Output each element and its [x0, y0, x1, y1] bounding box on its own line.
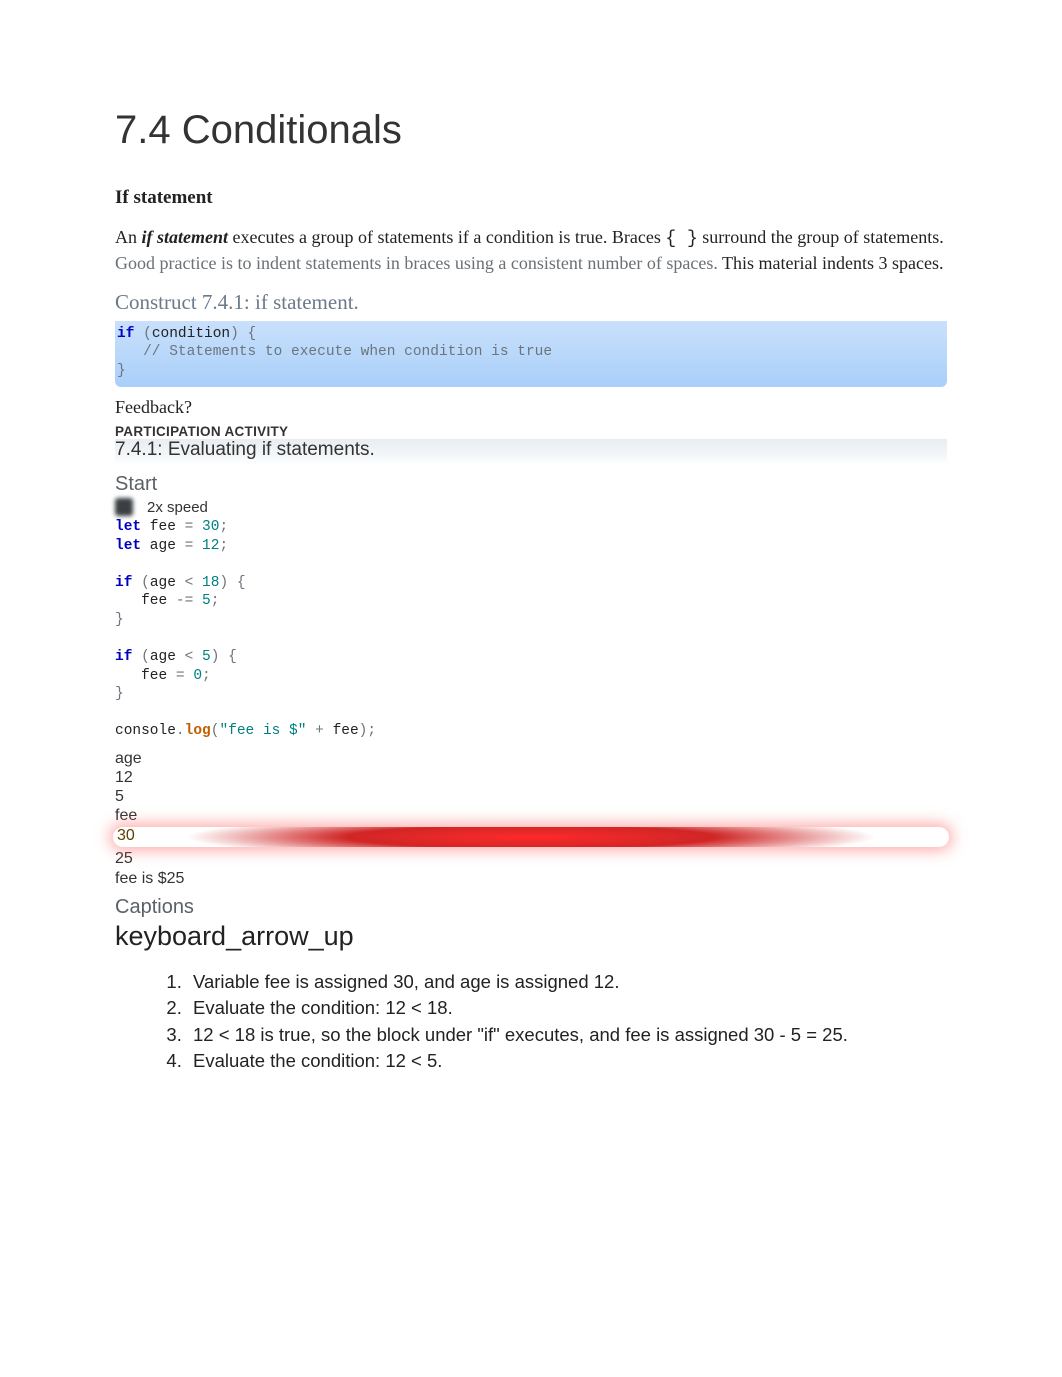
- number: 30: [193, 519, 219, 535]
- comment: // Statements to execute when condition …: [117, 344, 552, 360]
- mem-age-value: 12: [115, 768, 947, 787]
- identifier: age: [141, 538, 185, 554]
- identifier: fee: [115, 668, 176, 684]
- keyword-let: let: [115, 519, 141, 535]
- punct: .: [176, 723, 185, 739]
- memory-table: 25 fee is $25: [115, 849, 947, 887]
- function-log: log: [185, 723, 211, 739]
- punct: ): [230, 326, 239, 342]
- captions-list: Variable fee is assigned 30, and age is …: [115, 970, 947, 1074]
- number: 18: [193, 575, 219, 591]
- feedback-link[interactable]: Feedback?: [115, 397, 947, 418]
- number: 5: [193, 649, 210, 665]
- construct-title: Construct 7.4.1: if statement.: [115, 290, 947, 315]
- punct: ): [219, 575, 228, 591]
- keyword-if: if: [117, 326, 134, 342]
- number: 5: [193, 593, 210, 609]
- caption-item: Evaluate the condition: 12 < 5.: [187, 1049, 947, 1073]
- identifier: age: [150, 575, 185, 591]
- intro-text: This material indents 3 spaces.: [718, 253, 944, 273]
- punct: ;: [367, 723, 376, 739]
- start-button[interactable]: Start: [115, 473, 947, 496]
- keyword-if: if: [115, 649, 132, 665]
- console-output: fee is $25: [115, 869, 947, 888]
- keyboard-arrow-up-icon[interactable]: keyboard_arrow_up: [115, 921, 947, 952]
- number: 0: [185, 668, 202, 684]
- keyword-let: let: [115, 538, 141, 554]
- punct: -=: [176, 593, 193, 609]
- punct: }: [115, 686, 124, 702]
- mem-fee-value: 25: [115, 849, 947, 868]
- term-if-statement: if statement: [142, 227, 229, 247]
- identifier: console: [115, 723, 176, 739]
- identifier: fee: [115, 593, 176, 609]
- mem-fee-value: 30: [117, 827, 135, 845]
- keyword-if: if: [115, 575, 132, 591]
- section-subheading: If statement: [115, 187, 947, 209]
- punct: (: [132, 649, 149, 665]
- punct: ;: [219, 538, 228, 554]
- identifier: condition: [152, 326, 230, 342]
- punct: =: [176, 668, 185, 684]
- punct: {: [219, 649, 236, 665]
- punct: ;: [211, 593, 220, 609]
- identifier: age: [150, 649, 185, 665]
- mem-age-label: age: [115, 749, 947, 768]
- play-icon[interactable]: [115, 498, 133, 516]
- mem-age-value: 5: [115, 787, 947, 806]
- identifier: fee: [141, 519, 185, 535]
- caption-item: 12 < 18 is true, so the block under "if"…: [187, 1023, 947, 1047]
- intro-text: An: [115, 227, 142, 247]
- punct: ;: [202, 668, 211, 684]
- caption-item: Evaluate the condition: 12 < 18.: [187, 996, 947, 1020]
- good-practice-text: Good practice is to indent statements in…: [115, 253, 718, 273]
- punct: ;: [219, 519, 228, 535]
- intro-paragraph: An if statement executes a group of stat…: [115, 225, 947, 276]
- braces-literal: { }: [665, 229, 697, 249]
- caption-item: Variable fee is assigned 30, and age is …: [187, 970, 947, 994]
- punct: {: [239, 326, 256, 342]
- memory-table: age 12 5 fee: [115, 749, 947, 826]
- punct: {: [228, 575, 245, 591]
- captions-heading: Captions: [115, 896, 947, 919]
- highlight-band: 30: [113, 827, 949, 847]
- page-title: 7.4 Conditionals: [115, 108, 947, 153]
- punct: (: [132, 575, 149, 591]
- example-code-block: let fee = 30; let age = 12; if (age < 18…: [115, 518, 947, 741]
- mem-fee-label: fee: [115, 806, 947, 825]
- intro-text: executes a group of statements if a cond…: [228, 227, 665, 247]
- participation-activity-title: 7.4.1: Evaluating if statements.: [115, 439, 947, 465]
- speed-toggle[interactable]: 2x speed: [139, 499, 208, 516]
- intro-text: surround the group of statements.: [698, 227, 944, 247]
- participation-activity-label: PARTICIPATION ACTIVITY: [115, 424, 947, 439]
- punct: +: [306, 723, 332, 739]
- identifier: fee: [333, 723, 359, 739]
- number: 12: [193, 538, 219, 554]
- punct: }: [117, 363, 126, 379]
- string: "fee is $": [219, 723, 306, 739]
- construct-code-block: if (condition) { // Statements to execut…: [115, 321, 947, 388]
- punct: (: [134, 326, 151, 342]
- punct: }: [115, 612, 124, 628]
